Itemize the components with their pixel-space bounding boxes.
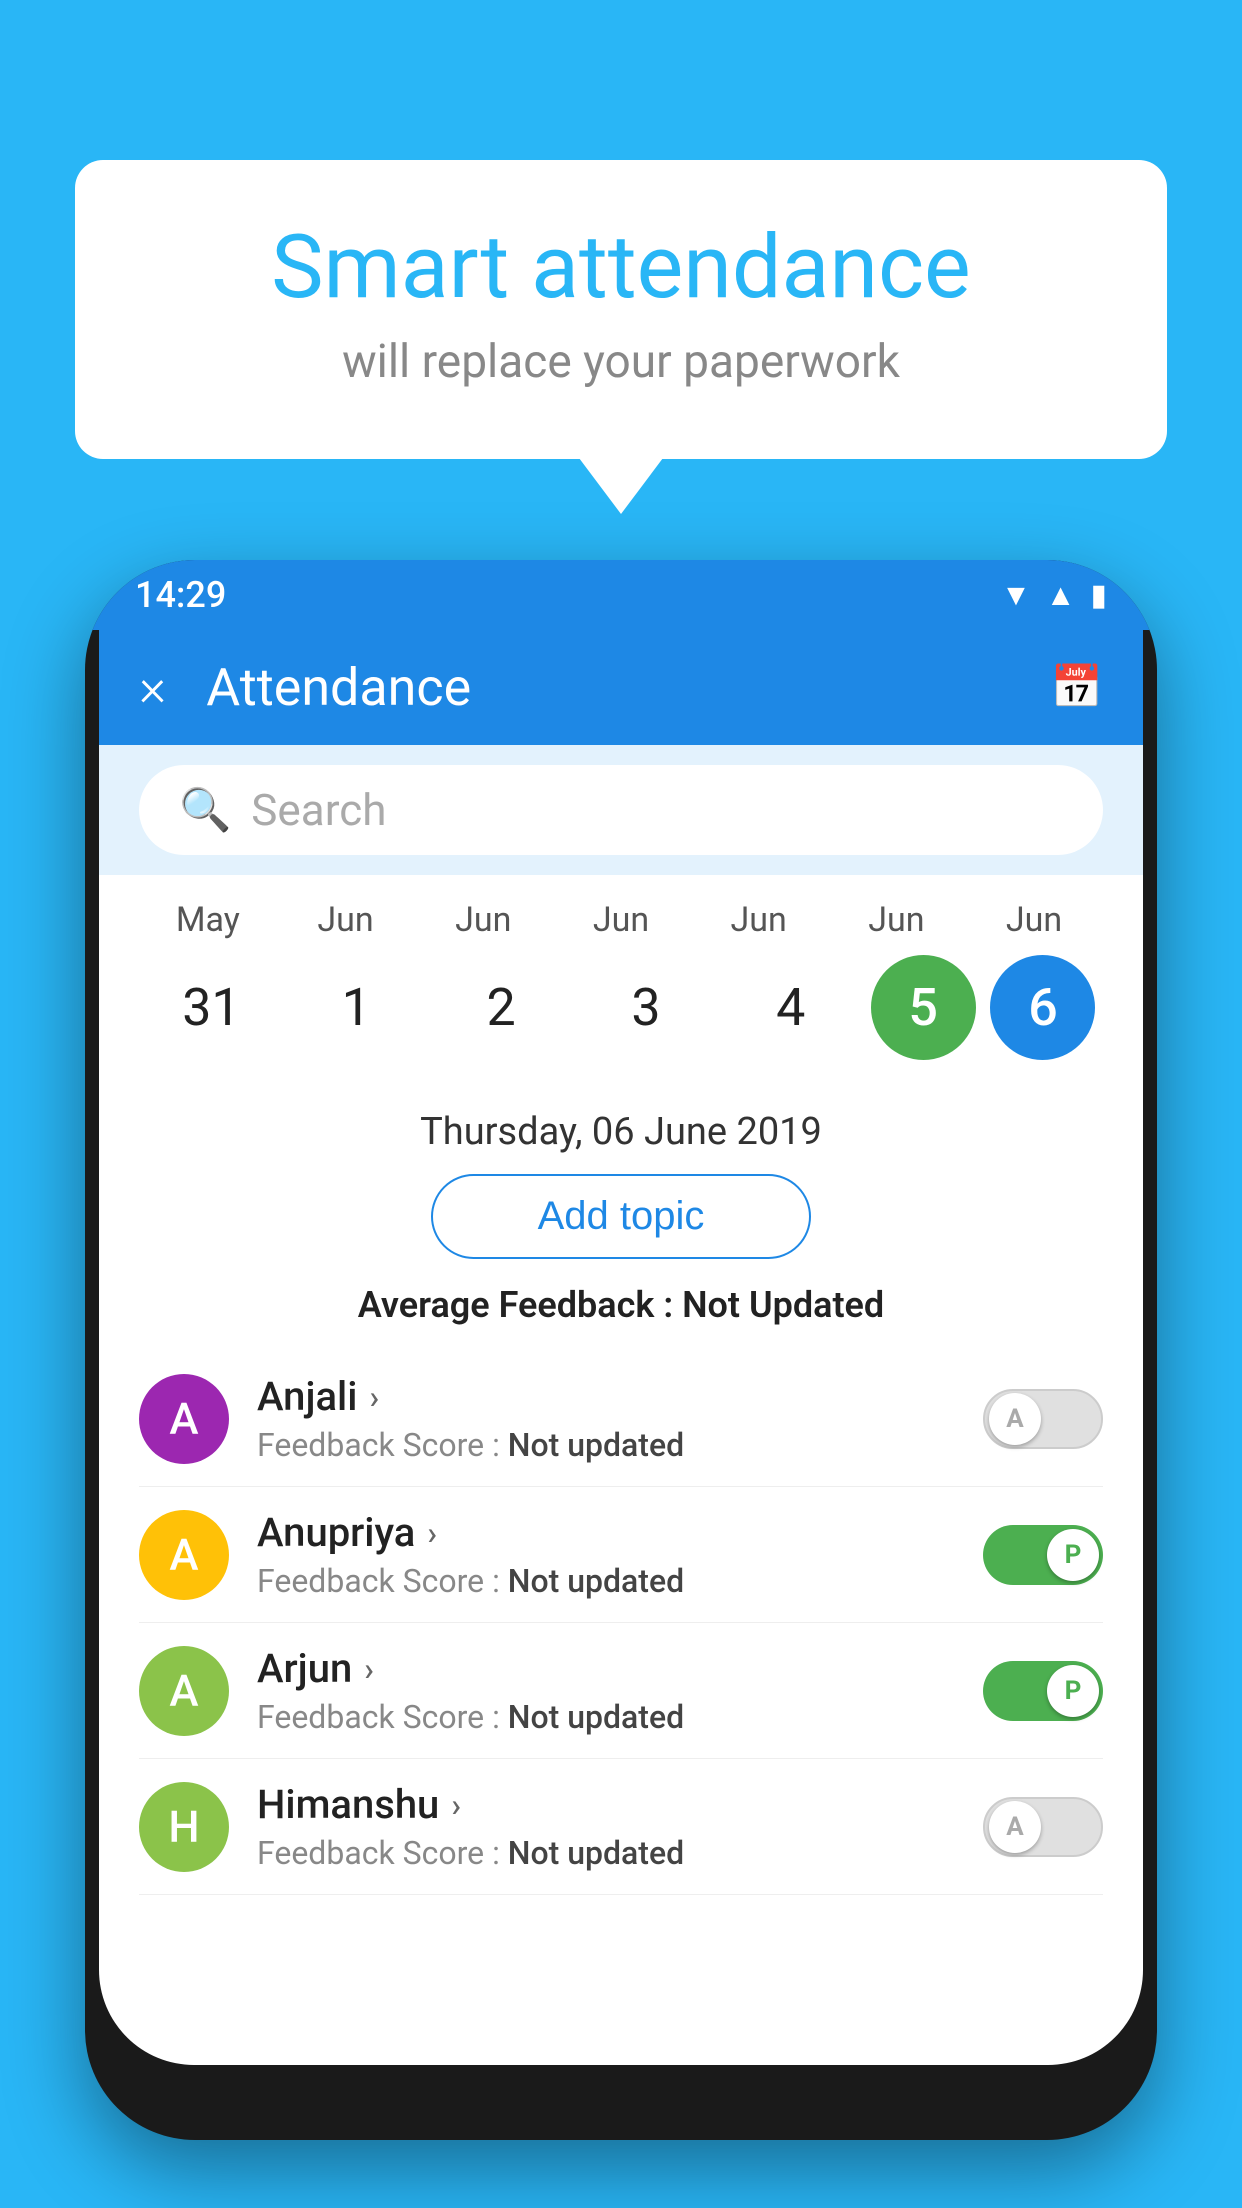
cal-month-4[interactable]: Jun: [694, 900, 824, 940]
student-feedback: Feedback Score : Not updated: [257, 1562, 955, 1600]
avg-feedback: Average Feedback : Not Updated: [139, 1284, 1103, 1326]
battery-icon: ▮: [1090, 578, 1107, 613]
cal-month-3[interactable]: Jun: [556, 900, 686, 940]
feedback-value: Not updated: [508, 1426, 684, 1464]
wifi-icon: ▼: [1001, 578, 1031, 613]
calendar-dates: 31 1 2 3 4 5 6: [139, 955, 1103, 1060]
content-area: Thursday, 06 June 2019 Add topic Average…: [99, 1085, 1143, 2065]
attendance-toggle[interactable]: P: [983, 1661, 1103, 1721]
cal-date-today[interactable]: 5: [871, 955, 976, 1060]
app-bar-title: Attendance: [206, 657, 1050, 718]
toggle-thumb: A: [989, 1393, 1041, 1445]
feedback-value: Not updated: [508, 1834, 684, 1872]
search-icon: 🔍: [179, 786, 231, 835]
speech-bubble: Smart attendance will replace your paper…: [75, 160, 1167, 459]
student-avatar: A: [139, 1510, 229, 1600]
student-info: Arjun › Feedback Score : Not updated: [257, 1645, 955, 1736]
student-feedback: Feedback Score : Not updated: [257, 1834, 955, 1872]
status-icons: ▼ ▲ ▮: [1001, 578, 1107, 613]
student-row[interactable]: A Anupriya › Feedback Score : Not update…: [139, 1487, 1103, 1623]
search-bar[interactable]: 🔍 Search: [139, 765, 1103, 855]
attendance-toggle-container[interactable]: P: [983, 1661, 1103, 1721]
cal-month-0[interactable]: May: [143, 900, 273, 940]
attendance-toggle-container[interactable]: A: [983, 1797, 1103, 1857]
student-avatar: A: [139, 1646, 229, 1736]
cal-date-0[interactable]: 31: [146, 977, 276, 1038]
student-name[interactable]: Arjun ›: [257, 1645, 955, 1692]
toggle-thumb: A: [989, 1801, 1041, 1853]
cal-month-5[interactable]: Jun: [831, 900, 961, 940]
speech-bubble-title: Smart attendance: [155, 220, 1087, 317]
student-info: Anupriya › Feedback Score : Not updated: [257, 1509, 955, 1600]
student-name[interactable]: Himanshu ›: [257, 1781, 955, 1828]
cal-date-4[interactable]: 4: [726, 977, 856, 1038]
cal-date-selected[interactable]: 6: [990, 955, 1095, 1060]
phone: 14:29 ▼ ▲ ▮ × Attendance 📅 🔍 Se: [85, 560, 1157, 2140]
cal-date-2[interactable]: 2: [436, 977, 566, 1038]
add-topic-button[interactable]: Add topic: [431, 1174, 811, 1259]
student-row[interactable]: A Arjun › Feedback Score : Not updated P: [139, 1623, 1103, 1759]
cal-date-1[interactable]: 1: [291, 977, 421, 1038]
chevron-right-icon: ›: [451, 1786, 461, 1824]
students-list: A Anjali › Feedback Score : Not updated …: [139, 1351, 1103, 1895]
student-info: Anjali › Feedback Score : Not updated: [257, 1373, 955, 1464]
status-time: 14:29: [135, 574, 226, 616]
search-bar-container: 🔍 Search: [99, 745, 1143, 875]
speech-bubble-subtitle: will replace your paperwork: [155, 335, 1087, 389]
calendar-icon[interactable]: 📅: [1051, 663, 1103, 712]
cal-date-3[interactable]: 3: [581, 977, 711, 1038]
cal-month-6[interactable]: Jun: [969, 900, 1099, 940]
cal-month-2[interactable]: Jun: [418, 900, 548, 940]
signal-icon: ▲: [1046, 578, 1076, 613]
cal-month-1[interactable]: Jun: [281, 900, 411, 940]
status-bar: 14:29 ▼ ▲ ▮: [85, 560, 1157, 630]
attendance-toggle[interactable]: A: [983, 1389, 1103, 1449]
close-button[interactable]: ×: [139, 657, 166, 718]
student-feedback: Feedback Score : Not updated: [257, 1698, 955, 1736]
student-info: Himanshu › Feedback Score : Not updated: [257, 1781, 955, 1872]
student-row[interactable]: A Anjali › Feedback Score : Not updated …: [139, 1351, 1103, 1487]
avg-feedback-label: Average Feedback :: [358, 1284, 673, 1326]
feedback-value: Not updated: [508, 1562, 684, 1600]
chevron-right-icon: ›: [427, 1514, 437, 1552]
avg-feedback-value: Not Updated: [682, 1284, 884, 1326]
calendar-strip: May Jun Jun Jun Jun Jun Jun 31 1 2 3 4 5…: [99, 875, 1143, 1085]
attendance-toggle-container[interactable]: P: [983, 1525, 1103, 1585]
search-placeholder: Search: [251, 784, 386, 836]
toggle-thumb: P: [1047, 1665, 1099, 1717]
phone-container: 14:29 ▼ ▲ ▮ × Attendance 📅 🔍 Se: [85, 560, 1157, 2208]
student-name[interactable]: Anjali ›: [257, 1373, 955, 1420]
attendance-toggle[interactable]: P: [983, 1525, 1103, 1585]
student-row[interactable]: H Himanshu › Feedback Score : Not update…: [139, 1759, 1103, 1895]
speech-bubble-container: Smart attendance will replace your paper…: [75, 160, 1167, 459]
selected-date-header: Thursday, 06 June 2019: [139, 1085, 1103, 1174]
student-name[interactable]: Anupriya ›: [257, 1509, 955, 1556]
chevron-right-icon: ›: [364, 1650, 374, 1688]
app-bar: × Attendance 📅: [99, 630, 1143, 745]
app-screen: × Attendance 📅 🔍 Search May Jun Jun Jun …: [99, 630, 1143, 2065]
chevron-right-icon: ›: [369, 1378, 379, 1416]
student-feedback: Feedback Score : Not updated: [257, 1426, 955, 1464]
calendar-months: May Jun Jun Jun Jun Jun Jun: [139, 900, 1103, 940]
feedback-value: Not updated: [508, 1698, 684, 1736]
attendance-toggle-container[interactable]: A: [983, 1389, 1103, 1449]
toggle-thumb: P: [1047, 1529, 1099, 1581]
student-avatar: A: [139, 1374, 229, 1464]
student-avatar: H: [139, 1782, 229, 1872]
attendance-toggle[interactable]: A: [983, 1797, 1103, 1857]
